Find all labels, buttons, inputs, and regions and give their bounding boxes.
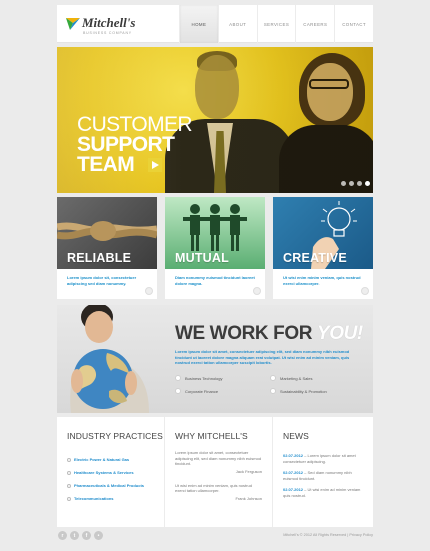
service-item[interactable]: Corporate Finance — [175, 388, 270, 394]
page: Mitchell's BUSINESS COMPANY HOME ABOUT S… — [57, 5, 373, 551]
column-title: INDUSTRY PRACTICES — [67, 431, 163, 441]
hero-line-3: TEAM — [77, 153, 135, 176]
feature-text: Diam nonummy euismod tincidunt laoreet d… — [175, 275, 255, 286]
feature-mutual[interactable]: MUTUAL Diam nonummy euismod tincidunt la… — [165, 197, 265, 299]
industry-link[interactable]: Telecommunications — [67, 492, 154, 505]
footer: r t f • Mitchell's © 2012 All Rights Res… — [57, 527, 373, 551]
man-with-globe-image — [57, 305, 167, 413]
industry-link[interactable]: Healthcare Systems & Services — [67, 466, 154, 479]
bullet-icon — [175, 375, 181, 381]
service-label: Marketing & Sales — [280, 375, 313, 381]
column-title: NEWS — [283, 431, 309, 441]
testimonial-text: Lorem ipsum dolor sit amet, consectetuer… — [175, 450, 262, 466]
link-label: Electric Power & Natural Gas — [74, 457, 130, 462]
headline-text: WE WORK FOR — [175, 323, 313, 344]
link-label: Pharmaceuticals & Medical Products — [74, 483, 145, 488]
news-date: 02.07.2012 — [283, 487, 304, 492]
news-list: 02.07.2012 – Lorem ipsum dolor sit amet … — [283, 453, 363, 498]
why-mitchells-column: WHY MITCHELL'S Lorem ipsum dolor sit ame… — [165, 417, 273, 527]
news-date: 02.07.2012 — [283, 470, 304, 475]
copyright: Mitchell's © 2012 All Rights Reserved | … — [283, 533, 373, 537]
column-title: WHY MITCHELL'S — [175, 431, 248, 441]
slider-dot-active[interactable] — [365, 181, 370, 186]
nav-contact[interactable]: CONTACT — [334, 5, 373, 43]
feature-boxes: RELIABLE Lorem ipsum dolor sit, consecte… — [57, 197, 373, 299]
slider-dot[interactable] — [341, 181, 346, 186]
brand-name: Mitchell's — [82, 15, 136, 30]
social-links: r t f • — [58, 531, 103, 540]
news-item[interactable]: 02.07.2012 – Ut wisi enim ad minim venia… — [283, 487, 363, 498]
feature-creative[interactable]: CREATIVE Ut wisi enim minim veniam, quis… — [273, 197, 373, 299]
facebook-icon[interactable]: f — [82, 531, 91, 540]
twitter-icon[interactable]: t — [70, 531, 79, 540]
link-label: Healthcare Systems & Services — [74, 470, 134, 475]
main-nav: HOME ABOUT SERVICES CAREERS CONTACT — [179, 5, 373, 43]
nav-about[interactable]: ABOUT — [217, 5, 257, 43]
slider-dot[interactable] — [357, 181, 362, 186]
we-work-description: Lorem ipsum dolor sit amet, consectetuer… — [175, 349, 350, 365]
bullet-icon — [270, 388, 276, 394]
brand-tagline: BUSINESS COMPANY — [83, 31, 132, 35]
service-label: Sustainability & Promotion — [280, 388, 327, 394]
nav-careers[interactable]: CAREERS — [295, 5, 334, 43]
feature-reliable[interactable]: RELIABLE Lorem ipsum dolor sit, consecte… — [57, 197, 157, 299]
testimonial-text: Ut wisi enim ad minim veniam, quis nostr… — [175, 482, 252, 494]
bullet-icon — [175, 388, 181, 394]
hero-arrow-button[interactable] — [148, 158, 162, 172]
news-item[interactable]: 02.07.2012 – Sed diam nonummy nibh euism… — [283, 470, 363, 481]
rss-icon[interactable]: r — [58, 531, 67, 540]
logo-mark-icon — [66, 18, 80, 30]
feature-text: Ut wisi enim minim veniam, quis nostrud … — [283, 275, 361, 286]
news-column: NEWS 02.07.2012 – Lorem ipsum dolor sit … — [273, 417, 373, 527]
industry-list: Electric Power & Natural Gas Healthcare … — [67, 453, 154, 505]
we-work-headline: WE WORK FOR YOU! — [175, 323, 363, 345]
testimonial-author: Frank Johnson — [235, 495, 262, 501]
services-list: Business Technology Marketing & Sales Co… — [175, 375, 365, 394]
service-label: Corporate Finance — [185, 388, 219, 394]
bullet-icon — [67, 496, 71, 501]
hero-title: CUSTOMER SUPPORT TEAM — [77, 113, 193, 176]
service-label: Business Technology — [185, 375, 223, 381]
industry-link[interactable]: Electric Power & Natural Gas — [67, 453, 154, 466]
bottom-columns: INDUSTRY PRACTICES Electric Power & Natu… — [57, 417, 373, 527]
bullet-icon — [67, 457, 71, 462]
we-work-for-you-section: WE WORK FOR YOU! Lorem ipsum dolor sit a… — [57, 305, 373, 413]
slider-dot[interactable] — [349, 181, 354, 186]
service-item[interactable]: Marketing & Sales — [270, 375, 365, 381]
feature-title: RELIABLE — [67, 251, 132, 265]
hero-slider: CUSTOMER SUPPORT TEAM — [57, 47, 373, 193]
feature-title: CREATIVE — [283, 251, 347, 265]
feature-text: Lorem ipsum dolor sit, consectetuer adip… — [67, 275, 137, 286]
slider-dots — [341, 181, 370, 186]
hero-line-1: CUSTOMER — [77, 113, 193, 136]
nav-services[interactable]: SERVICES — [256, 5, 296, 43]
bullet-icon — [67, 483, 71, 488]
service-item[interactable]: Sustainability & Promotion — [270, 388, 365, 394]
more-icon[interactable] — [361, 287, 369, 295]
link-label: Telecommunications — [74, 496, 114, 501]
bullet-icon — [67, 470, 71, 475]
flickr-icon[interactable]: • — [94, 531, 103, 540]
chevron-right-icon — [151, 161, 159, 169]
logo[interactable]: Mitchell's BUSINESS COMPANY — [66, 15, 166, 37]
news-date: 02.07.2012 — [283, 453, 304, 458]
header: Mitchell's BUSINESS COMPANY HOME ABOUT S… — [57, 5, 373, 43]
headline-highlight: YOU! — [316, 323, 363, 344]
bullet-icon — [270, 375, 276, 381]
industry-link[interactable]: Pharmaceuticals & Medical Products — [67, 479, 154, 492]
nav-home[interactable]: HOME — [179, 5, 218, 43]
hero-line-2: SUPPORT — [77, 133, 175, 156]
feature-title: MUTUAL — [175, 251, 229, 265]
service-item[interactable]: Business Technology — [175, 375, 270, 381]
industry-practices-column: INDUSTRY PRACTICES Electric Power & Natu… — [57, 417, 165, 527]
more-icon[interactable] — [253, 287, 261, 295]
more-icon[interactable] — [145, 287, 153, 295]
testimonial-author: Jack Ferguson — [235, 468, 262, 474]
news-item[interactable]: 02.07.2012 – Lorem ipsum dolor sit amet … — [283, 453, 363, 464]
